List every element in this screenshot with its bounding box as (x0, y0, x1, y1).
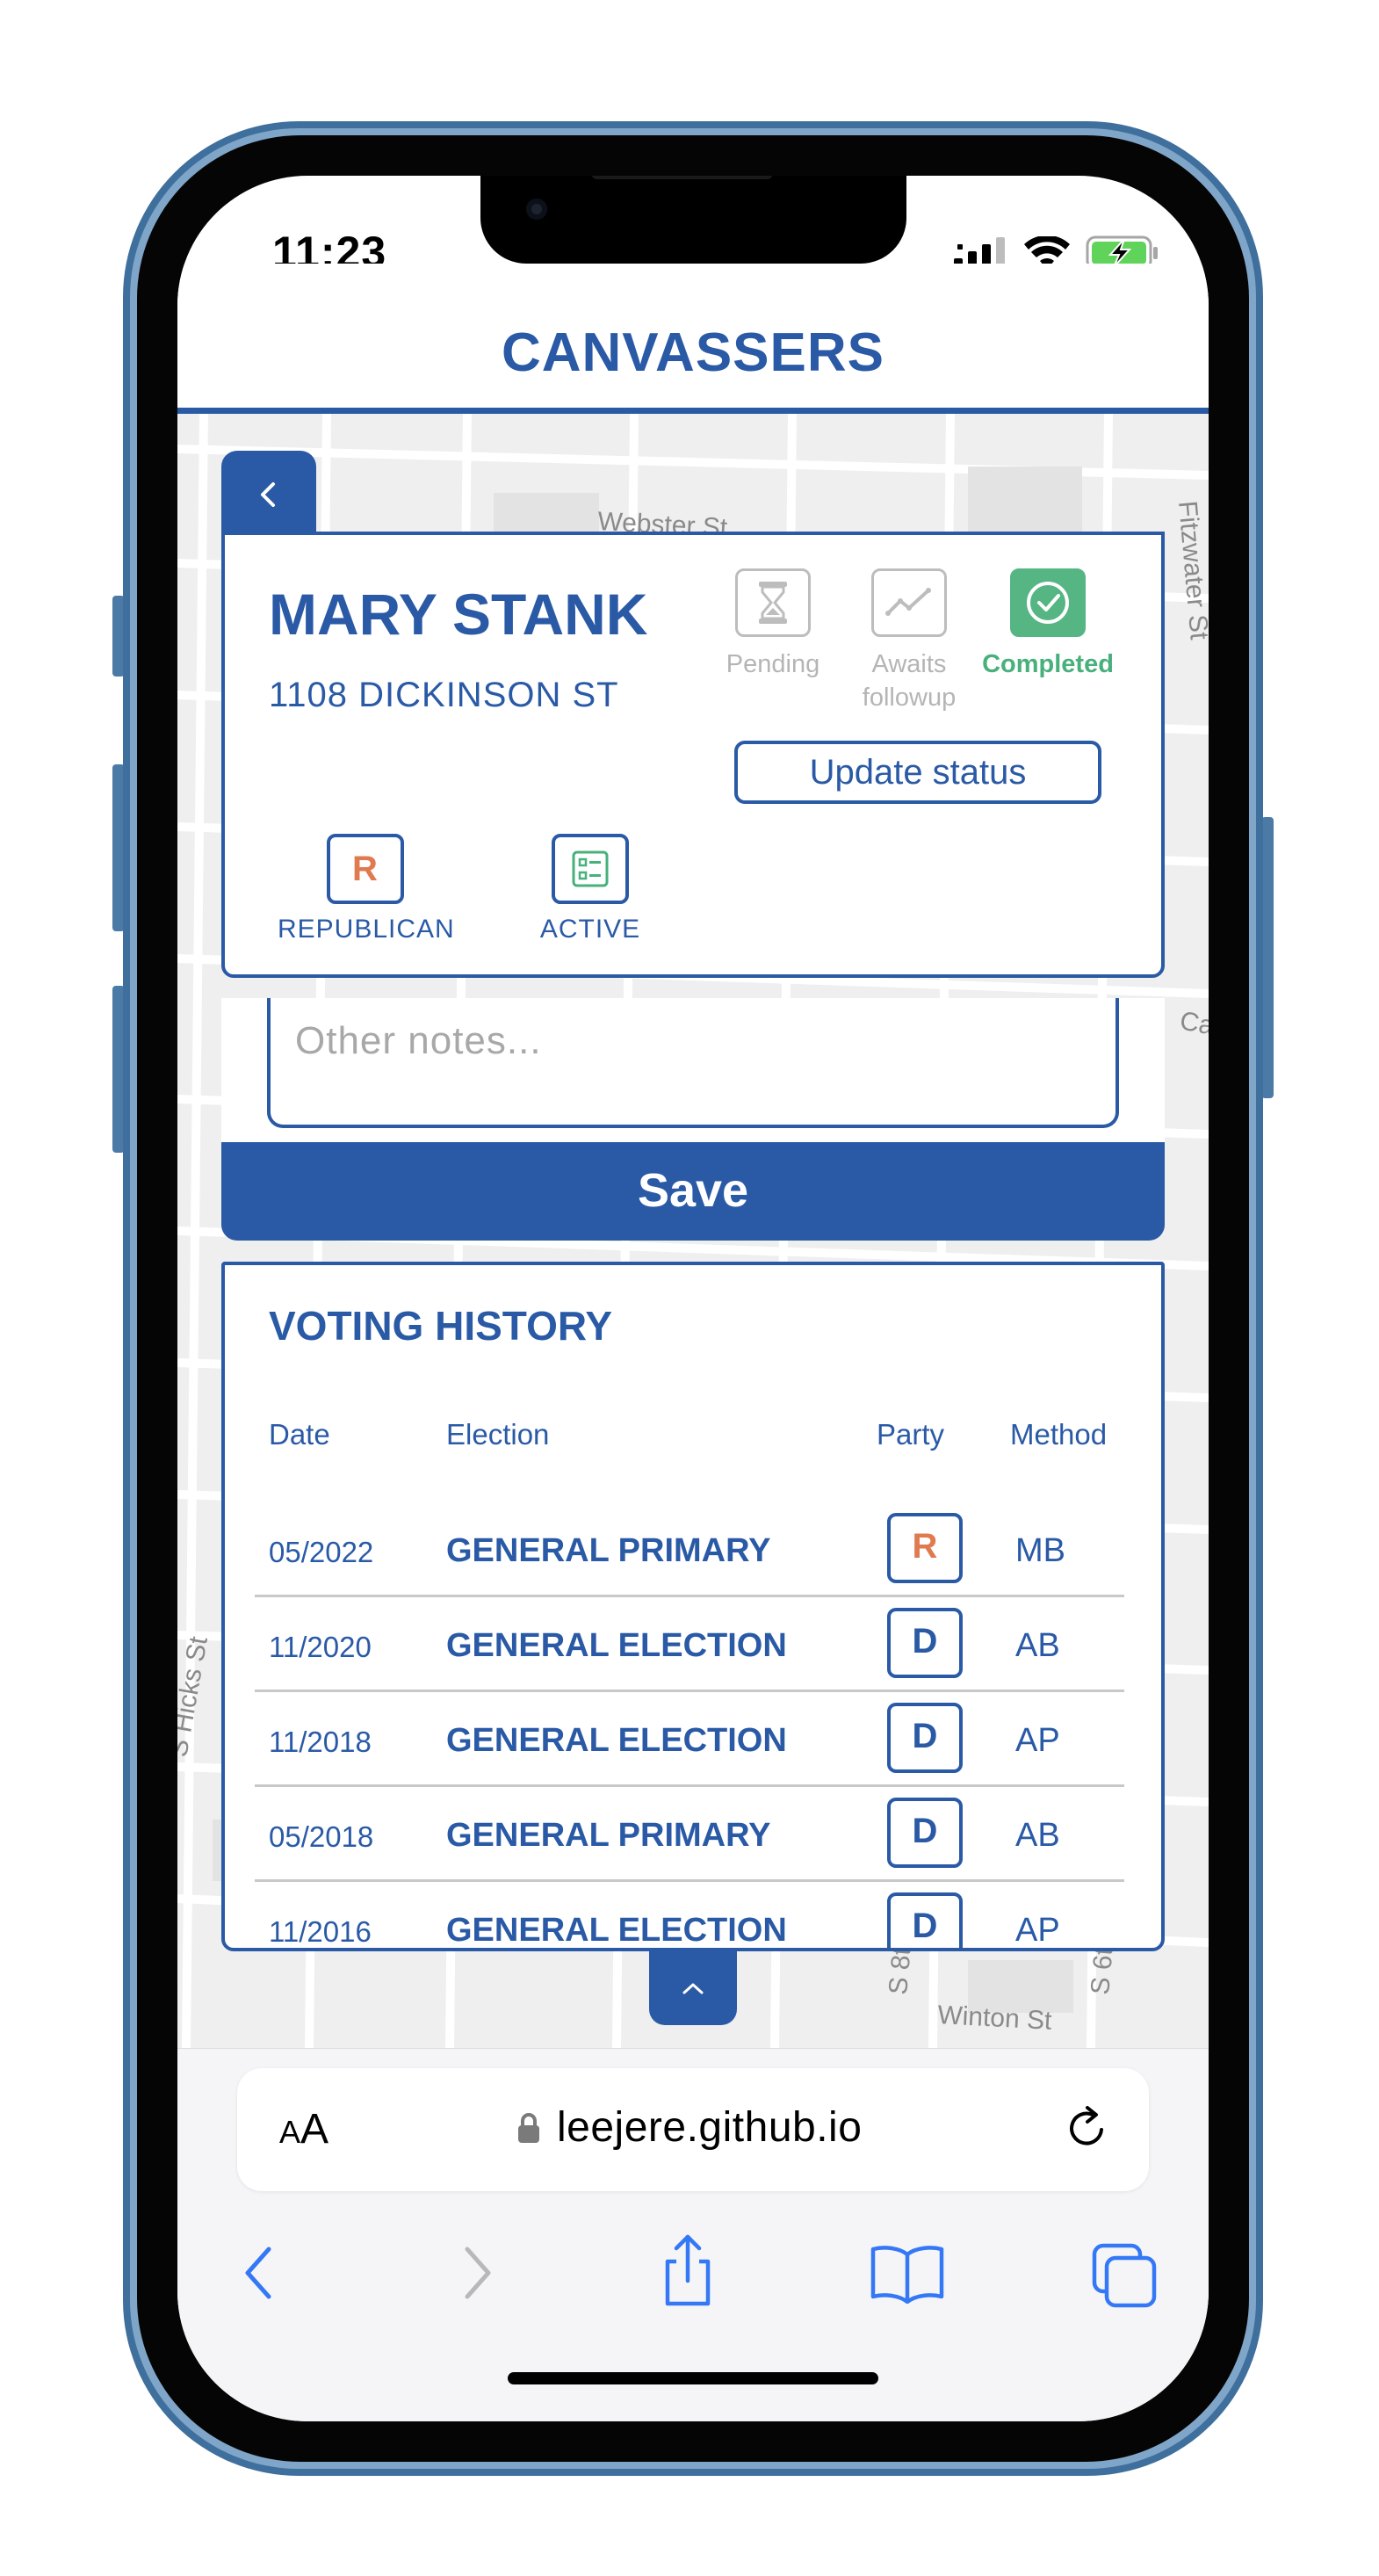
row-election: GENERAL PRIMARY (446, 1532, 771, 1569)
app-title: CANVASSERS (501, 322, 885, 383)
row-party-badge: D (887, 1608, 963, 1678)
column-header-method: Method (1010, 1418, 1108, 1451)
power-button (1261, 817, 1274, 1098)
phone-screen: Webster St Fitzwater St S Hicks St S 8th… (177, 176, 1209, 2421)
save-button[interactable]: Save (221, 1142, 1165, 1241)
activity-label: ACTIVE (539, 915, 641, 944)
back-arrow-icon[interactable] (239, 2242, 278, 2304)
table-row: 05/2022 GENERAL PRIMARY R MB (255, 1502, 1124, 1597)
reload-icon[interactable] (1063, 2103, 1112, 2153)
party-tag: R REPUBLICAN (278, 834, 455, 944)
text-size-button[interactable]: AA (279, 2105, 329, 2153)
voting-history-card: VOTING HISTORY Date Election Party Metho… (221, 1262, 1165, 1951)
row-party-badge: D (887, 1892, 963, 1948)
row-date: 11/2020 (269, 1631, 372, 1663)
row-election: GENERAL ELECTION (446, 1627, 787, 1664)
voting-history-title: VOTING HISTORY (269, 1303, 613, 1349)
map-label-winton: Winton St (937, 2001, 1053, 2036)
chevron-left-icon (261, 482, 275, 507)
front-camera (526, 199, 547, 220)
status-pending-box (735, 568, 811, 637)
hourglass-icon (759, 582, 787, 624)
activity-tag: ACTIVE (502, 834, 678, 944)
table-row: 11/2016 GENERAL ELECTION D AP (255, 1882, 1124, 1949)
row-date: 11/2018 (269, 1726, 372, 1758)
row-party-badge: D (887, 1703, 963, 1773)
forward-arrow-icon[interactable] (458, 2242, 497, 2304)
table-row: 11/2020 GENERAL ELECTION D AB (255, 1597, 1124, 1692)
expand-panel-button[interactable] (649, 1951, 737, 2025)
chevron-up-icon (682, 1983, 704, 1994)
browser-toolbar: AA leejere.github.io (177, 2048, 1209, 2421)
row-method: AP (1015, 1912, 1060, 1949)
party-badge: R (327, 834, 404, 904)
share-icon[interactable] (657, 2233, 718, 2307)
column-header-party: Party (877, 1418, 945, 1451)
bookmarks-icon[interactable] (870, 2242, 945, 2304)
lock-icon (518, 2113, 539, 2143)
status-option-pending[interactable]: Pending (711, 568, 834, 681)
table-row: 05/2018 GENERAL PRIMARY D AB (255, 1787, 1124, 1882)
row-party-badge: D (887, 1798, 963, 1868)
voter-name: MARY STANK (269, 582, 648, 647)
column-header-date: Date (269, 1418, 330, 1451)
status-completed-label: Completed (982, 650, 1114, 678)
status-completed-box (1010, 568, 1086, 637)
tabs-icon[interactable] (1091, 2242, 1158, 2309)
column-header-election: Election (446, 1418, 550, 1451)
voter-address: 1108 DICKINSON ST (269, 676, 619, 714)
row-party-badge: R (887, 1513, 963, 1583)
row-election: GENERAL ELECTION (446, 1912, 787, 1949)
status-option-awaits-followup[interactable]: Awaits followup (843, 568, 975, 714)
address-bar[interactable]: AA leejere.github.io (237, 2068, 1149, 2191)
update-status-button[interactable]: Update status (734, 741, 1101, 804)
row-date: 11/2016 (269, 1915, 372, 1948)
url-text: leejere.github.io (557, 2104, 863, 2151)
row-election: GENERAL ELECTION (446, 1722, 787, 1759)
activity-badge (552, 834, 629, 904)
home-indicator[interactable] (508, 2372, 878, 2384)
checklist-icon (572, 850, 609, 887)
status-pending-label: Pending (726, 650, 820, 678)
row-method: AB (1015, 1817, 1060, 1854)
notes-panel: Other notes... (221, 998, 1165, 1142)
status-followup-label: Awaits followup (862, 650, 957, 712)
header-divider (177, 408, 1209, 414)
row-method: AB (1015, 1627, 1060, 1664)
row-method: AP (1015, 1722, 1060, 1759)
row-election: GENERAL PRIMARY (446, 1817, 771, 1854)
row-method: MB (1015, 1532, 1065, 1569)
party-label: REPUBLICAN (278, 915, 455, 944)
back-button[interactable] (221, 451, 316, 539)
trend-line-icon (885, 588, 931, 616)
status-followup-box (871, 568, 947, 637)
voter-card: MARY STANK 1108 DICKINSON ST Pending Awa… (221, 532, 1165, 978)
row-date: 05/2018 (269, 1820, 374, 1853)
row-date: 05/2022 (269, 1536, 374, 1568)
notch (480, 176, 906, 264)
browser-nav (177, 2234, 1209, 2321)
earpiece (592, 176, 772, 179)
check-circle-icon (1027, 582, 1069, 624)
other-notes-input[interactable]: Other notes... (267, 998, 1119, 1128)
table-row: 11/2018 GENERAL ELECTION D AP (255, 1692, 1124, 1787)
status-option-completed[interactable]: Completed (973, 568, 1123, 681)
